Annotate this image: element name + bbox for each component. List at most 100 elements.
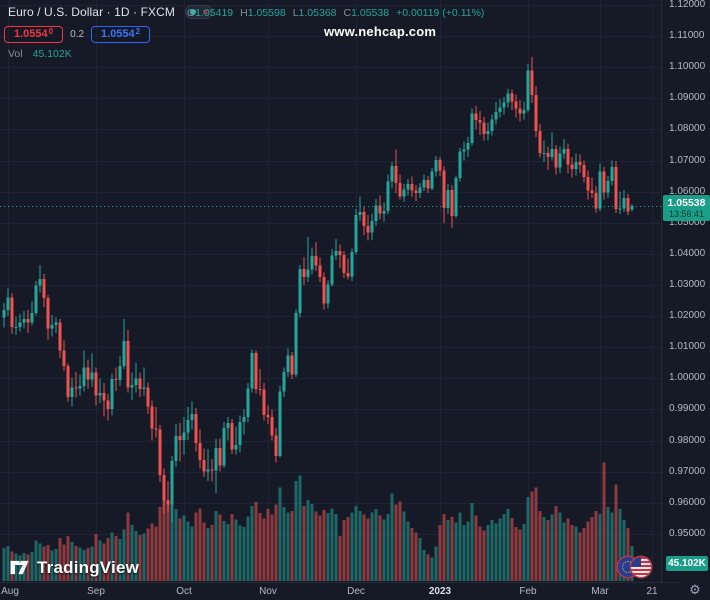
volume-bar[interactable]: [314, 511, 318, 581]
candle[interactable]: [42, 278, 46, 299]
volume-bar[interactable]: [258, 513, 262, 581]
volume-bar[interactable]: [238, 525, 242, 581]
candle[interactable]: [58, 322, 62, 351]
candle[interactable]: [154, 428, 158, 430]
volume-bar[interactable]: [350, 512, 354, 581]
volume-bar[interactable]: [550, 514, 554, 581]
candle[interactable]: [190, 414, 194, 421]
candle[interactable]: [326, 284, 330, 304]
volume-bar[interactable]: [562, 522, 566, 582]
candle[interactable]: [102, 392, 106, 401]
candle[interactable]: [2, 309, 6, 318]
volume-bar[interactable]: [522, 524, 526, 581]
candle[interactable]: [66, 365, 70, 397]
candle[interactable]: [162, 474, 166, 501]
volume-bar[interactable]: [394, 504, 398, 581]
volume-bar[interactable]: [530, 491, 534, 581]
candle[interactable]: [410, 183, 414, 191]
volume-bar[interactable]: [502, 513, 506, 581]
volume-bar[interactable]: [342, 520, 346, 581]
candle[interactable]: [590, 190, 594, 194]
volume-bar[interactable]: [542, 517, 546, 581]
volume-bar[interactable]: [186, 521, 190, 581]
volume-bar[interactable]: [370, 512, 374, 581]
candle[interactable]: [550, 149, 554, 157]
volume-bar[interactable]: [382, 519, 386, 581]
candle[interactable]: [34, 285, 38, 313]
candle[interactable]: [254, 352, 258, 390]
candle[interactable]: [374, 205, 378, 221]
candle[interactable]: [366, 225, 370, 233]
candle[interactable]: [506, 93, 510, 103]
candle[interactable]: [310, 256, 314, 270]
volume-bar[interactable]: [374, 509, 378, 581]
volume-bar[interactable]: [490, 520, 494, 581]
candle[interactable]: [566, 149, 570, 165]
candle[interactable]: [334, 250, 338, 256]
candle[interactable]: [322, 277, 326, 304]
candle[interactable]: [6, 297, 10, 310]
volume-bar[interactable]: [222, 520, 226, 581]
candle[interactable]: [390, 166, 394, 182]
candle[interactable]: [558, 153, 562, 168]
candle[interactable]: [482, 122, 486, 134]
volume-bar[interactable]: [462, 524, 466, 581]
candle[interactable]: [202, 460, 206, 472]
volume-bar[interactable]: [278, 487, 282, 581]
volume-bar[interactable]: [158, 506, 162, 581]
buy-button[interactable]: 1.0554 2: [91, 26, 151, 43]
candle[interactable]: [358, 211, 362, 215]
volume-bar[interactable]: [254, 502, 258, 581]
candle[interactable]: [470, 113, 474, 144]
volume-bar[interactable]: [534, 487, 538, 581]
candle[interactable]: [430, 171, 434, 189]
candle[interactable]: [490, 119, 494, 131]
volume-bar[interactable]: [202, 522, 206, 582]
candle[interactable]: [282, 372, 286, 392]
candle[interactable]: [62, 350, 66, 366]
volume-bar[interactable]: [414, 532, 418, 581]
volume-bar[interactable]: [438, 524, 442, 581]
candle[interactable]: [150, 406, 154, 429]
volume-bar[interactable]: [422, 549, 426, 581]
candle-series[interactable]: [2, 56, 634, 523]
volume-bar[interactable]: [546, 520, 550, 581]
volume-bar[interactable]: [246, 516, 250, 581]
candle[interactable]: [98, 392, 102, 396]
volume-bar[interactable]: [398, 501, 402, 581]
candle[interactable]: [438, 159, 442, 171]
volume-bar[interactable]: [466, 521, 470, 581]
volume-bar[interactable]: [402, 511, 406, 581]
candle[interactable]: [194, 414, 198, 444]
candle[interactable]: [610, 166, 614, 182]
candle[interactable]: [82, 367, 86, 387]
candle[interactable]: [346, 272, 350, 277]
candle[interactable]: [246, 388, 250, 418]
candle[interactable]: [618, 208, 622, 210]
candle[interactable]: [462, 149, 466, 152]
volume-bar[interactable]: [586, 521, 590, 581]
candle[interactable]: [466, 143, 470, 150]
volume-bar[interactable]: [306, 499, 310, 581]
candle[interactable]: [446, 190, 450, 209]
volume-bar[interactable]: [378, 515, 382, 581]
volume-bar[interactable]: [434, 546, 438, 581]
volume-bar[interactable]: [290, 510, 294, 581]
candle[interactable]: [538, 130, 542, 153]
volume-bar[interactable]: [322, 510, 326, 581]
candle[interactable]: [134, 378, 138, 385]
candle[interactable]: [450, 190, 454, 216]
volume-bar[interactable]: [210, 524, 214, 581]
candle[interactable]: [270, 416, 274, 436]
volume-bar[interactable]: [406, 521, 410, 581]
candle[interactable]: [38, 278, 42, 286]
candle[interactable]: [142, 387, 146, 390]
volume-bar[interactable]: [474, 515, 478, 581]
candle[interactable]: [258, 389, 262, 391]
volume-bar[interactable]: [390, 493, 394, 581]
candle[interactable]: [354, 214, 358, 253]
volume-bar[interactable]: [518, 529, 522, 581]
volume-bar[interactable]: [250, 506, 254, 581]
candle[interactable]: [22, 319, 26, 323]
volume-bar[interactable]: [506, 509, 510, 581]
